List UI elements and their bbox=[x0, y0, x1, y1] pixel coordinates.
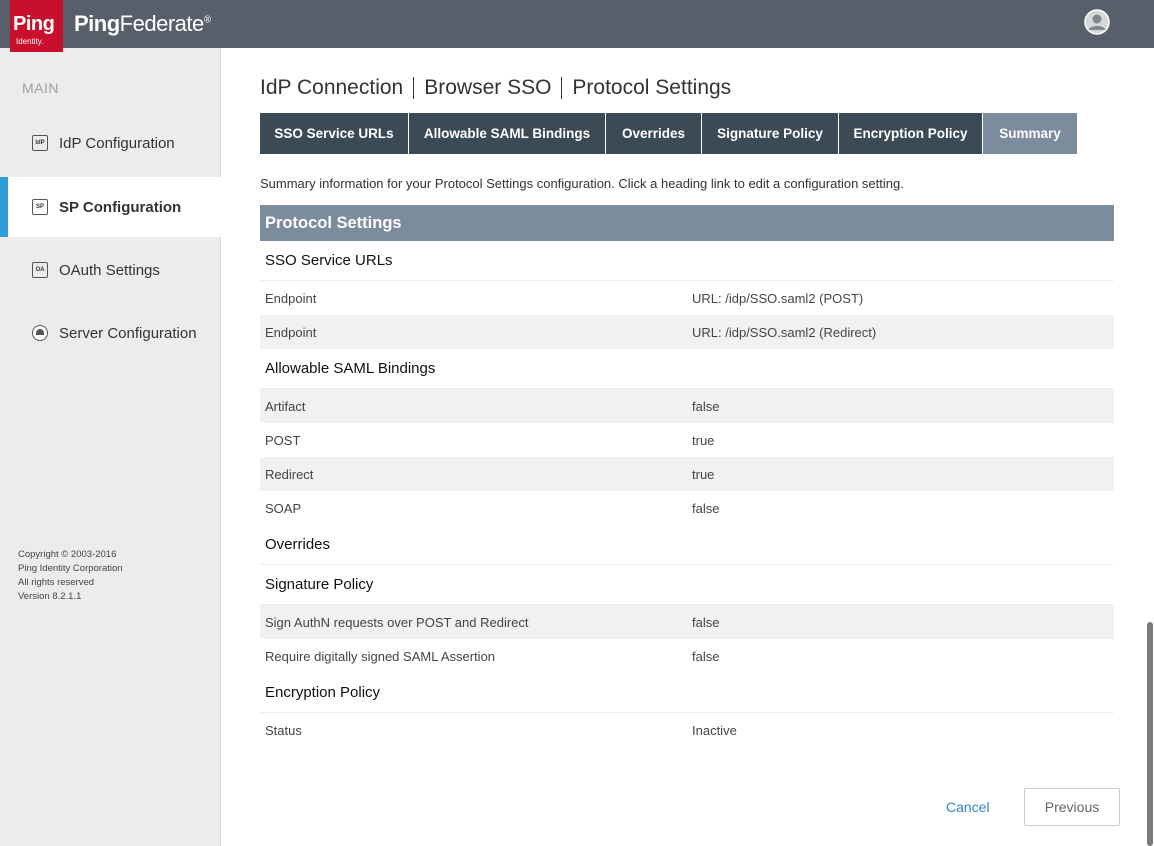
sidebar-item-label: OAuth Settings bbox=[59, 261, 160, 279]
ping-identity-logo[interactable]: Ping Identity. bbox=[10, 0, 63, 52]
table-row: Sign AuthN requests over POST and Redire… bbox=[260, 605, 1114, 639]
row-value: URL: /idp/SSO.saml2 (POST) bbox=[692, 290, 864, 306]
summary-table: SSO Service URLs Endpoint URL: /idp/SSO.… bbox=[260, 241, 1114, 747]
tab-signature-policy[interactable]: Signature Policy bbox=[702, 113, 838, 154]
tab-sso-service-urls[interactable]: SSO Service URLs bbox=[260, 113, 408, 154]
logo-subtext: Identity. bbox=[16, 37, 44, 46]
table-row: Endpoint URL: /idp/SSO.saml2 (POST) bbox=[260, 281, 1114, 315]
table-row: Artifact false bbox=[260, 389, 1114, 423]
tab-summary[interactable]: Summary bbox=[983, 113, 1077, 154]
product-mark: ® bbox=[203, 14, 211, 26]
copyright: Copyright © 2003-2016 Ping Identity Corp… bbox=[18, 548, 123, 604]
row-key: Endpoint bbox=[265, 290, 317, 306]
row-key: Endpoint bbox=[265, 324, 317, 340]
tab-overrides[interactable]: Overrides bbox=[606, 113, 701, 154]
breadcrumb-browser-sso: Browser SSO bbox=[424, 76, 552, 99]
breadcrumb-separator bbox=[413, 77, 415, 99]
row-key: Artifact bbox=[265, 398, 306, 414]
row-value: URL: /idp/SSO.saml2 (Redirect) bbox=[692, 324, 877, 340]
row-key: Redirect bbox=[265, 466, 314, 482]
table-row: Redirect true bbox=[260, 457, 1114, 491]
sidebar-item-idp-configuration[interactable]: IdP IdP Configuration bbox=[0, 113, 221, 173]
rights-line: All rights reserved bbox=[18, 577, 95, 588]
server-icon bbox=[32, 325, 48, 341]
oauth-icon: OA bbox=[32, 262, 48, 278]
product-name-rest: Federate bbox=[119, 11, 205, 36]
sidebar-item-label: IdP Configuration bbox=[59, 134, 175, 152]
breadcrumb-protocol-settings: Protocol Settings bbox=[572, 76, 732, 99]
row-value: true bbox=[692, 432, 715, 448]
summary-description: Summary information for your Protocol Se… bbox=[260, 176, 904, 191]
row-value: false bbox=[692, 648, 720, 664]
cancel-button[interactable]: Cancel bbox=[946, 799, 990, 815]
row-key: Sign AuthN requests over POST and Redire… bbox=[265, 614, 529, 630]
sp-icon: SP bbox=[32, 199, 48, 215]
row-value: false bbox=[692, 398, 720, 414]
breadcrumb: IdP Connection Browser SSO Protocol Sett… bbox=[260, 76, 731, 100]
idp-icon: IdP bbox=[32, 135, 48, 151]
previous-button[interactable]: Previous bbox=[1024, 788, 1120, 826]
breadcrumb-separator bbox=[561, 77, 563, 99]
sidebar-item-server-configuration[interactable]: Server Configuration bbox=[0, 303, 221, 363]
section-header: Protocol Settings bbox=[260, 205, 1114, 241]
tab-encryption-policy[interactable]: Encryption Policy bbox=[839, 113, 982, 154]
product-name: PingFederate® bbox=[74, 11, 211, 37]
sidebar-item-oauth-settings[interactable]: OA OAuth Settings bbox=[0, 240, 221, 300]
scrollbar-thumb[interactable] bbox=[1147, 622, 1153, 846]
sidebar: MAIN IdP IdP Configuration SP SP Configu… bbox=[0, 48, 230, 846]
sidebar-item-sp-configuration[interactable]: SP SP Configuration bbox=[0, 177, 230, 237]
row-key: POST bbox=[265, 432, 301, 448]
copyright-line: Copyright © 2003-2016 bbox=[18, 549, 117, 560]
top-bar: Ping Identity. PingFederate® bbox=[0, 0, 1154, 52]
row-value: Inactive bbox=[692, 722, 737, 738]
row-value: true bbox=[692, 466, 715, 482]
row-value: false bbox=[692, 614, 720, 630]
sidebar-heading: MAIN bbox=[22, 80, 59, 96]
sidebar-item-label: Server Configuration bbox=[59, 324, 197, 342]
group-title-sso-service-urls[interactable]: SSO Service URLs bbox=[260, 241, 1114, 281]
row-key: Require digitally signed SAML Assertion bbox=[265, 648, 496, 664]
tab-bar: SSO Service URLs Allowable SAML Bindings… bbox=[260, 113, 1078, 154]
company-line: Ping Identity Corporation bbox=[18, 563, 123, 574]
logo-text: Ping bbox=[13, 13, 55, 35]
table-row: Status Inactive bbox=[260, 713, 1114, 747]
tab-allowable-saml-bindings[interactable]: Allowable SAML Bindings bbox=[409, 113, 605, 154]
version-line: Version 8.2.1.1 bbox=[18, 591, 82, 602]
group-title-allowable-saml-bindings[interactable]: Allowable SAML Bindings bbox=[260, 349, 1114, 389]
table-row: SOAP false bbox=[260, 491, 1114, 525]
group-title-overrides[interactable]: Overrides bbox=[260, 525, 1114, 565]
row-value: false bbox=[692, 500, 720, 516]
product-name-bold: Ping bbox=[74, 11, 120, 36]
group-title-encryption-policy[interactable]: Encryption Policy bbox=[260, 673, 1114, 713]
breadcrumb-idp-connection: IdP Connection bbox=[260, 76, 404, 99]
table-row: POST true bbox=[260, 423, 1114, 457]
row-key: Status bbox=[265, 722, 302, 738]
sidebar-item-label: SP Configuration bbox=[59, 198, 182, 216]
group-title-signature-policy[interactable]: Signature Policy bbox=[260, 565, 1114, 605]
row-key: SOAP bbox=[265, 500, 302, 516]
table-row: Require digitally signed SAML Assertion … bbox=[260, 639, 1114, 673]
user-avatar-icon[interactable] bbox=[1084, 9, 1110, 35]
table-row: Endpoint URL: /idp/SSO.saml2 (Redirect) bbox=[260, 315, 1114, 349]
